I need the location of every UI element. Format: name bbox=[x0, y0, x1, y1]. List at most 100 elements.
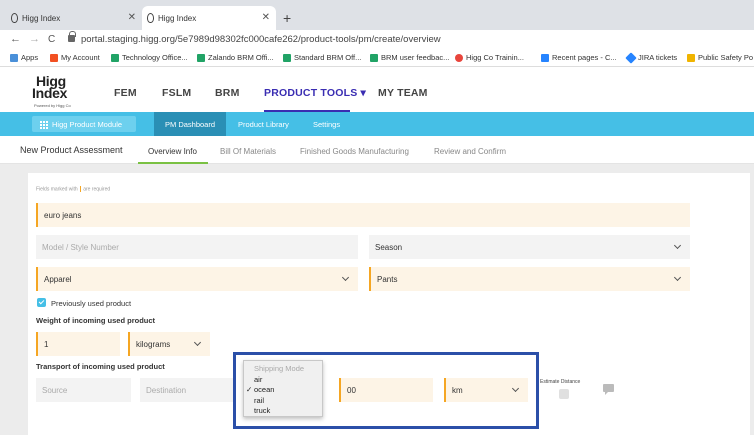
url-input[interactable]: portal.staging.higg.org/5e7989d98302fc00… bbox=[81, 34, 441, 45]
product-name-field[interactable]: euro jeans bbox=[36, 203, 690, 227]
required-note: Fields marked with are required bbox=[36, 186, 110, 192]
bookmarks-bar: Apps My Account Technology Office... Zal… bbox=[0, 50, 754, 67]
bookmark-jira[interactable]: JIRA tickets bbox=[625, 51, 678, 64]
bookmark-label: Higg Co Trainin... bbox=[466, 53, 524, 62]
folder-icon bbox=[687, 53, 695, 62]
shipping-option-rail[interactable]: rail bbox=[244, 396, 322, 407]
bookmark-label: JIRA tickets bbox=[638, 53, 678, 62]
tab-finished-goods-manufacturing[interactable]: Finished Goods Manufacturing bbox=[300, 147, 409, 156]
apps-grid-icon bbox=[10, 53, 18, 62]
lock-icon[interactable] bbox=[68, 31, 76, 42]
browser-tab[interactable]: Higg Index ✕ bbox=[6, 6, 142, 30]
bookmark-technology-office[interactable]: Technology Office... bbox=[111, 53, 188, 62]
source-input[interactable]: Source bbox=[36, 378, 131, 402]
bookmark-higg-training[interactable]: Higg Co Trainin... bbox=[455, 53, 524, 62]
sub-navigation: Higg Product Module PM Dashboard Product… bbox=[0, 112, 754, 136]
grid-icon bbox=[40, 120, 48, 129]
distance-input[interactable]: 00 bbox=[339, 378, 433, 402]
bookmark-label: Standard BRM Off... bbox=[294, 53, 362, 62]
bookmark-label: Technology Office... bbox=[122, 53, 188, 62]
close-tab-icon[interactable]: ✕ bbox=[262, 12, 270, 23]
tab-review-and-confirm[interactable]: Review and Confirm bbox=[434, 147, 506, 156]
comment-icon[interactable] bbox=[603, 384, 614, 395]
previously-used-checkbox[interactable] bbox=[37, 298, 46, 307]
bookmark-brm-feedback[interactable]: BRM user feedbac... bbox=[370, 53, 449, 62]
higg-index-logo[interactable]: Higg Index Powered by Higg Co bbox=[32, 73, 82, 109]
nav-fem[interactable]: FEM bbox=[114, 87, 137, 99]
address-bar: ← → C portal.staging.higg.org/5e7989d983… bbox=[0, 30, 754, 50]
sheets-icon bbox=[283, 53, 291, 62]
browser-tabstrip: Higg Index ✕ Higg Index ✕ + bbox=[0, 0, 754, 30]
nav-fslm[interactable]: FSLM bbox=[162, 87, 191, 99]
reload-button[interactable]: C bbox=[48, 34, 55, 45]
nav-my-team[interactable]: MY TEAM bbox=[378, 87, 428, 99]
nav-product-tools[interactable]: PRODUCT TOOLS ▾ bbox=[264, 87, 366, 99]
subnav-product-library[interactable]: Product Library bbox=[227, 112, 300, 136]
browser-tab-active[interactable]: Higg Index ✕ bbox=[142, 6, 276, 30]
bookmark-zalando-brm[interactable]: Zalando BRM Offi... bbox=[197, 53, 274, 62]
option-label: ocean bbox=[254, 385, 275, 394]
shipping-mode-placeholder: Shipping Mode bbox=[254, 364, 305, 373]
option-label: air bbox=[254, 374, 263, 384]
required-marker bbox=[79, 186, 82, 192]
bookmark-label: Apps bbox=[21, 53, 39, 62]
back-button[interactable]: ← bbox=[10, 33, 21, 45]
weight-input[interactable]: 1 bbox=[36, 332, 120, 356]
new-tab-button[interactable]: + bbox=[283, 10, 291, 26]
checkmark-icon: ✓ bbox=[246, 385, 253, 394]
product-module-button[interactable]: Higg Product Module bbox=[32, 116, 136, 132]
shipping-option-air[interactable]: air bbox=[244, 375, 322, 386]
weight-label: Weight of incoming used product bbox=[36, 316, 156, 325]
higg-favicon-icon bbox=[11, 13, 18, 23]
shipping-option-truck[interactable]: truck bbox=[244, 406, 322, 417]
tab-bill-of-materials[interactable]: Bill Of Materials bbox=[220, 147, 276, 156]
subnav-pm-dashboard[interactable]: PM Dashboard bbox=[154, 112, 227, 136]
bookmark-public-safety[interactable]: Public Safety Po bbox=[687, 53, 753, 62]
weight-unit-select[interactable]: kilograms bbox=[128, 332, 210, 356]
nav-brm[interactable]: BRM bbox=[215, 87, 240, 99]
bookmark-label: Public Safety Po bbox=[698, 53, 754, 62]
tab-overview-info[interactable]: Overview Info bbox=[148, 147, 197, 156]
app-header: Higg Index Powered by Higg Co FEM FSLM B… bbox=[0, 67, 754, 112]
microsoft-icon bbox=[50, 53, 58, 62]
logo-text: Index bbox=[32, 85, 68, 101]
option-label: rail bbox=[254, 395, 265, 405]
bookmark-label: BRM user feedbac... bbox=[381, 53, 450, 62]
page-title: New Product Assessment bbox=[20, 145, 123, 155]
option-label: truck bbox=[254, 406, 271, 415]
shipping-option-ocean[interactable]: ✓ ocean bbox=[244, 385, 322, 396]
sheets-icon bbox=[197, 53, 205, 62]
sheets-icon bbox=[370, 53, 378, 62]
logo-subtitle: Powered by Higg Co bbox=[34, 103, 71, 108]
bookmark-label: My Account bbox=[61, 53, 100, 62]
shipping-mode-dropdown[interactable]: Shipping Mode air ✓ ocean rail truck bbox=[243, 360, 323, 417]
category-select[interactable]: Apparel bbox=[36, 267, 358, 291]
season-select[interactable]: Season bbox=[369, 235, 690, 259]
bookmark-label: Zalando BRM Offi... bbox=[208, 53, 274, 62]
assessment-tabs-bar: New Product Assessment Overview Info Bil… bbox=[0, 136, 754, 164]
destination-input[interactable]: Destination bbox=[140, 378, 235, 402]
forward-button[interactable]: → bbox=[29, 33, 40, 45]
model-style-number-field[interactable]: Model / Style Number bbox=[36, 235, 358, 259]
required-note-text: Fields marked with bbox=[36, 186, 78, 193]
subnav-settings[interactable]: Settings bbox=[302, 112, 351, 136]
bookmark-standard-brm[interactable]: Standard BRM Off... bbox=[283, 53, 361, 62]
close-tab-icon[interactable]: ✕ bbox=[128, 12, 136, 23]
bookmark-label: Recent pages - C... bbox=[552, 53, 617, 62]
browser-tab-label: Higg Index bbox=[22, 13, 61, 23]
subcategory-select[interactable]: Pants bbox=[369, 267, 690, 291]
sheets-icon bbox=[111, 53, 119, 62]
distance-unit-select[interactable]: km bbox=[444, 378, 528, 402]
bookmark-apps[interactable]: Apps bbox=[10, 53, 38, 62]
estimate-distance-label: Estimate Distance bbox=[540, 379, 581, 385]
module-label: Higg Product Module bbox=[52, 119, 123, 129]
required-note-text: are required bbox=[83, 186, 111, 193]
asana-icon bbox=[455, 53, 463, 62]
bookmark-my-account[interactable]: My Account bbox=[50, 53, 100, 62]
transport-label: Transport of incoming used product bbox=[36, 362, 165, 371]
previously-used-label: Previously used product bbox=[51, 299, 132, 308]
higg-favicon-icon bbox=[147, 13, 154, 23]
confluence-icon bbox=[541, 53, 549, 62]
bookmark-recent-pages[interactable]: Recent pages - C... bbox=[541, 53, 617, 62]
estimate-distance-checkbox[interactable] bbox=[559, 389, 569, 399]
